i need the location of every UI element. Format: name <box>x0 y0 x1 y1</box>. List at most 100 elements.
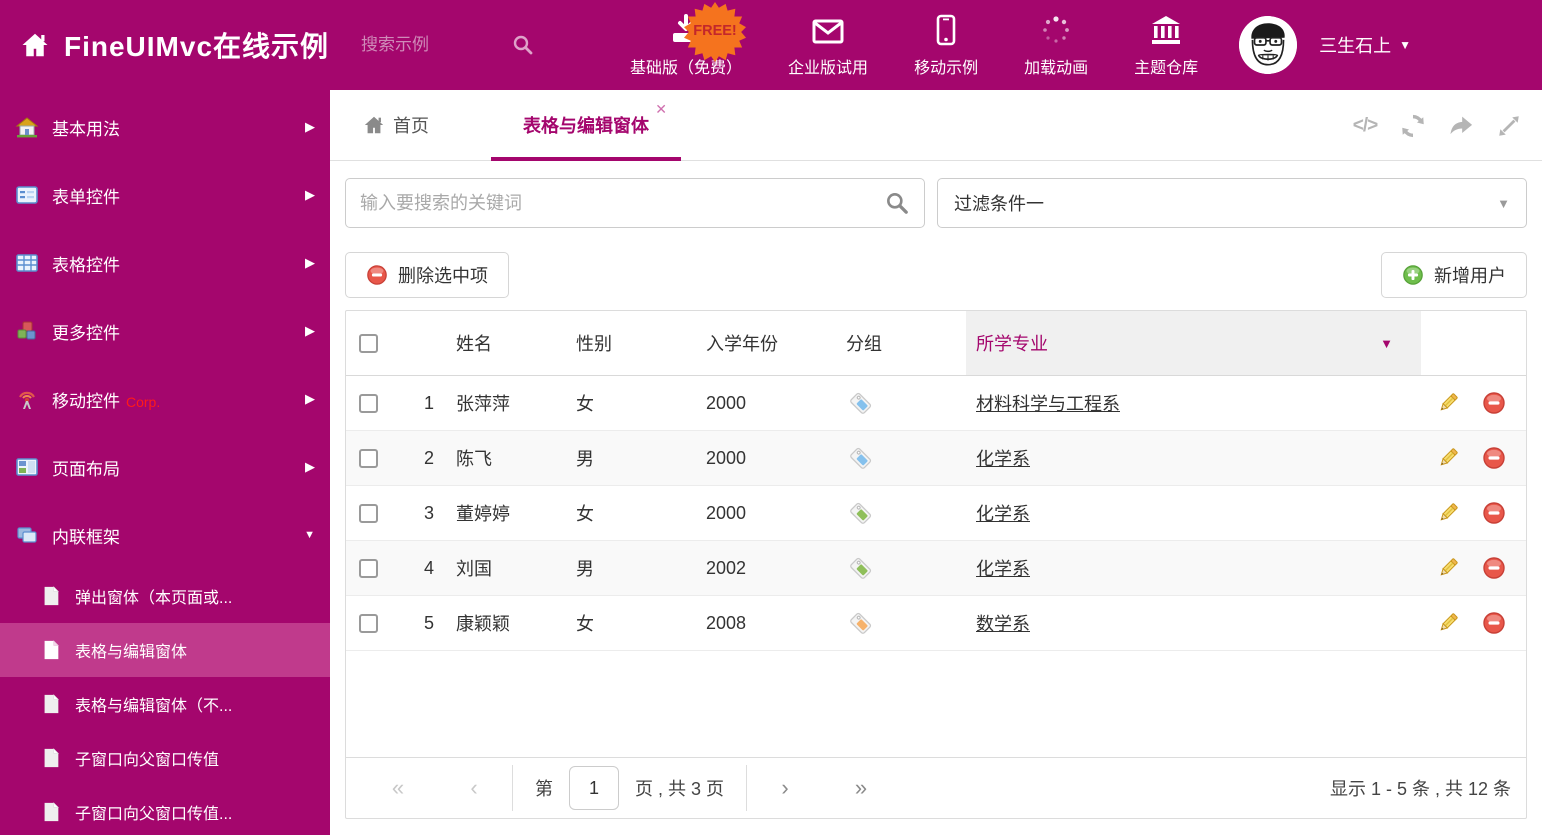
user-menu[interactable]: 三生石上 ▼ <box>1239 16 1411 74</box>
sidebar-item-grid-controls[interactable]: 表格控件 ▶ <box>0 229 330 297</box>
tag-icon <box>850 502 872 524</box>
prev-page-icon[interactable]: ‹ <box>452 775 496 801</box>
search-icon[interactable] <box>884 190 910 216</box>
page-input[interactable] <box>569 766 619 810</box>
edit-icon[interactable] <box>1436 556 1460 580</box>
sidebar-subitem-label: 弹出窗体（本页面或... <box>75 590 233 607</box>
cell-year: 2002 <box>706 557 747 578</box>
source-code-icon[interactable]: </> <box>1350 111 1380 141</box>
nav-mobile-demo[interactable]: 移动示例 <box>900 12 992 78</box>
tag-icon <box>850 557 872 579</box>
grid-header: 姓名 性别 入学年份 分组 所学专业 ▼ <box>346 311 1526 376</box>
delete-icon[interactable] <box>1482 556 1506 580</box>
avatar[interactable] <box>1239 16 1298 74</box>
sidebar-item-basic-usage[interactable]: 基本用法 ▶ <box>0 93 330 161</box>
chevron-down-icon[interactable]: ▼ <box>1380 336 1393 351</box>
chevron-down-icon: ▼ <box>304 529 315 541</box>
search-icon[interactable] <box>511 33 535 57</box>
delete-icon[interactable] <box>1482 391 1506 415</box>
col-major[interactable]: 所学专业 ▼ <box>966 311 1421 375</box>
sidebar-item-mobile-controls[interactable]: 移动控件 Corp. ▶ <box>0 365 330 433</box>
delete-selected-button[interactable]: 删除选中项 <box>345 252 509 298</box>
sidebar-subitem-label: 子窗口向父窗口传值 <box>75 752 220 769</box>
nav-loading-animation[interactable]: 加载动画 <box>1010 12 1102 78</box>
row-checkbox[interactable] <box>359 393 378 413</box>
layout-icon <box>16 458 38 476</box>
row-checkbox[interactable] <box>359 613 378 633</box>
sidebar-subitem-popup-window[interactable]: 弹出窗体（本页面或... <box>0 569 330 623</box>
last-page-icon[interactable]: » <box>839 775 883 801</box>
row-number: 2 <box>423 447 434 468</box>
close-icon[interactable]: ✕ <box>655 102 667 116</box>
row-checkbox[interactable] <box>359 448 378 468</box>
major-link[interactable]: 化学系 <box>976 445 1030 471</box>
keyword-search-box[interactable] <box>345 178 925 228</box>
expand-icon[interactable] <box>1494 111 1524 141</box>
add-user-button[interactable]: 新增用户 <box>1381 252 1527 298</box>
sidebar-subitem-grid-edit-window-2[interactable]: 表格与编辑窗体（不... <box>0 677 330 731</box>
col-gender: 性别 <box>576 334 612 354</box>
header-search[interactable] <box>361 33 561 57</box>
document-icon <box>44 802 59 822</box>
filter-condition-select[interactable]: 过滤条件一 ▼ <box>937 178 1527 228</box>
row-checkbox[interactable] <box>359 558 378 578</box>
cell-group <box>836 431 966 485</box>
frames-icon <box>17 527 37 543</box>
table-row: 4 刘国 男 2002 化学系 <box>346 541 1526 596</box>
select-all-checkbox[interactable] <box>359 333 378 353</box>
major-link[interactable]: 化学系 <box>976 555 1030 581</box>
delete-icon[interactable] <box>1482 501 1506 525</box>
tab-home[interactable]: 首页 <box>363 112 429 138</box>
nav-label: 主题仓库 <box>1134 60 1199 77</box>
keyword-search-input[interactable] <box>360 192 884 214</box>
cell-group <box>836 541 966 595</box>
cell-name: 康颖颖 <box>456 614 510 634</box>
filter-selected-value: 过滤条件一 <box>954 194 1044 214</box>
nav-label: 企业版试用 <box>788 60 869 77</box>
form-icon <box>16 186 38 204</box>
next-page-icon[interactable]: › <box>763 775 807 801</box>
col-year: 入学年份 <box>706 334 778 354</box>
tag-icon <box>850 612 872 634</box>
edit-icon[interactable] <box>1436 501 1460 525</box>
first-page-icon[interactable]: « <box>376 775 420 801</box>
nav-enterprise-trial[interactable]: 企业版试用 <box>774 12 882 78</box>
header-search-input[interactable] <box>361 35 512 55</box>
sidebar-item-label: 基本用法 <box>52 119 120 139</box>
edit-icon[interactable] <box>1436 391 1460 415</box>
cubes-icon <box>17 321 36 340</box>
nav-theme-store[interactable]: 主题仓库 <box>1120 12 1212 78</box>
edit-icon[interactable] <box>1436 611 1460 635</box>
edit-icon[interactable] <box>1436 446 1460 470</box>
refresh-icon[interactable] <box>1398 111 1428 141</box>
open-new-window-icon[interactable] <box>1446 111 1476 141</box>
cell-name: 张萍萍 <box>456 394 510 414</box>
row-checkbox[interactable] <box>359 503 378 523</box>
sidebar-subitem-child-to-parent[interactable]: 子窗口向父窗口传值 <box>0 731 330 785</box>
cell-gender: 女 <box>576 394 594 414</box>
delete-icon[interactable] <box>1482 446 1506 470</box>
tab-grid-edit-window[interactable]: 表格与编辑窗体 ✕ <box>491 90 681 161</box>
document-icon <box>44 748 59 768</box>
sidebar-item-page-layout[interactable]: 页面布局 ▶ <box>0 433 330 501</box>
home-icon[interactable] <box>20 30 50 60</box>
data-grid: 姓名 性别 入学年份 分组 所学专业 ▼ 1 张萍萍 女 2000 材料科学与工… <box>345 310 1527 819</box>
row-actions <box>1421 431 1526 485</box>
cell-group <box>836 596 966 650</box>
col-major-label: 所学专业 <box>976 334 1048 354</box>
sidebar-item-form-controls[interactable]: 表单控件 ▶ <box>0 161 330 229</box>
row-number: 5 <box>423 612 434 633</box>
sidebar-subitem-label: 表格与编辑窗体 <box>75 644 188 661</box>
sidebar-subitem-grid-edit-window[interactable]: 表格与编辑窗体 <box>0 623 330 677</box>
tab-active-label: 表格与编辑窗体 <box>523 116 649 136</box>
major-link[interactable]: 材料科学与工程系 <box>976 390 1120 416</box>
sidebar-item-label: 表单控件 <box>52 187 120 207</box>
row-actions <box>1421 596 1526 650</box>
delete-icon[interactable] <box>1482 611 1506 635</box>
major-link[interactable]: 数学系 <box>976 610 1030 636</box>
major-link[interactable]: 化学系 <box>976 500 1030 526</box>
cell-name: 陈飞 <box>456 449 492 469</box>
sidebar-item-iframe[interactable]: 内联框架 ▼ <box>0 501 330 569</box>
sidebar-item-more-controls[interactable]: 更多控件 ▶ <box>0 297 330 365</box>
sidebar-subitem-child-to-parent-2[interactable]: 子窗口向父窗口传值... <box>0 785 330 835</box>
